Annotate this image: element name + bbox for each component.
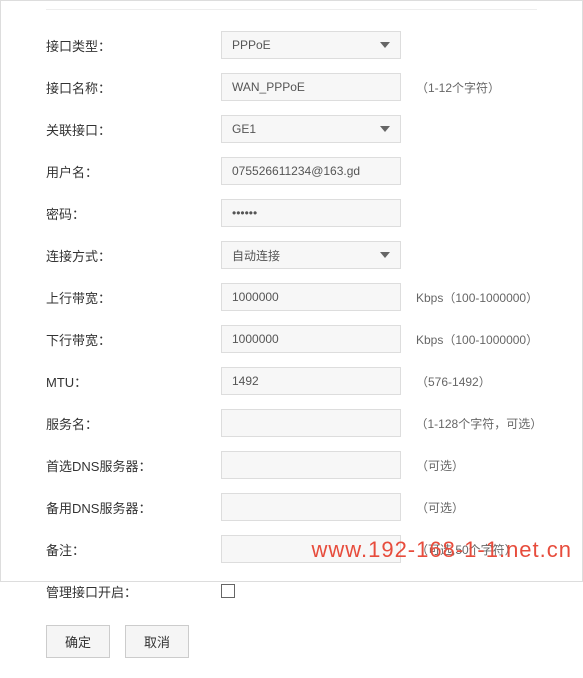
hint-downstream: Kbps（100-1000000） [416,331,538,348]
input-password[interactable] [221,199,401,227]
input-upstream[interactable] [221,283,401,311]
hint-primary-dns: （可选） [416,457,464,474]
input-username[interactable] [221,157,401,185]
row-primary-dns: 首选DNS服务器： （可选） [46,451,542,479]
label-interface-name: 接口名称： [46,78,221,97]
label-associated-interface: 关联接口： [46,120,221,139]
label-interface-type: 接口类型： [46,36,221,55]
select-value: PPPoE [232,38,271,52]
label-connection-mode: 连接方式： [46,246,221,265]
hint-secondary-dns: （可选） [416,499,464,516]
hint-interface-name: （1-12个字符） [416,79,500,96]
row-mgmt-port: 管理接口开启： [46,577,542,605]
hint-upstream: Kbps（100-1000000） [416,289,538,306]
label-downstream: 下行带宽： [46,330,221,349]
row-interface-name: 接口名称： （1-12个字符） [46,73,542,101]
button-row: 确定 取消 [46,625,542,658]
label-remark: 备注： [46,540,221,559]
label-secondary-dns: 备用DNS服务器： [46,498,221,517]
chevron-down-icon [380,126,390,132]
label-mgmt-port: 管理接口开启： [46,582,221,601]
label-mtu: MTU： [46,372,221,391]
label-password: 密码： [46,204,221,223]
select-interface-type[interactable]: PPPoE [221,31,401,59]
row-mtu: MTU： （576-1492） [46,367,542,395]
row-interface-type: 接口类型： PPPoE [46,31,542,59]
select-connection-mode[interactable]: 自动连接 [221,241,401,269]
hint-service-name: （1-128个字符，可选） [416,415,543,432]
select-value: 自动连接 [232,247,280,264]
chevron-down-icon [380,252,390,258]
select-value: GE1 [232,122,256,136]
row-service-name: 服务名： （1-128个字符，可选） [46,409,542,437]
ok-button[interactable]: 确定 [46,625,110,658]
label-username: 用户名： [46,162,221,181]
row-secondary-dns: 备用DNS服务器： （可选） [46,493,542,521]
form-container: 接口类型： PPPoE 接口名称： （1-12个字符） 关联接口： GE1 用户… [1,1,582,678]
input-service-name[interactable] [221,409,401,437]
label-primary-dns: 首选DNS服务器： [46,456,221,475]
row-connection-mode: 连接方式： 自动连接 [46,241,542,269]
label-upstream: 上行带宽： [46,288,221,307]
chevron-down-icon [380,42,390,48]
row-upstream: 上行带宽： Kbps（100-1000000） [46,283,542,311]
watermark-text: www.192-168-1-1.net.cn [312,537,572,563]
input-interface-name[interactable] [221,73,401,101]
input-primary-dns[interactable] [221,451,401,479]
row-username: 用户名： [46,157,542,185]
row-associated-interface: 关联接口： GE1 [46,115,542,143]
label-service-name: 服务名： [46,414,221,433]
cancel-button[interactable]: 取消 [125,625,189,658]
hint-mtu: （576-1492） [416,373,491,390]
select-associated-interface[interactable]: GE1 [221,115,401,143]
input-downstream[interactable] [221,325,401,353]
divider [46,9,537,10]
input-mtu[interactable] [221,367,401,395]
input-secondary-dns[interactable] [221,493,401,521]
checkbox-mgmt-port[interactable] [221,584,235,598]
row-password: 密码： [46,199,542,227]
row-downstream: 下行带宽： Kbps（100-1000000） [46,325,542,353]
